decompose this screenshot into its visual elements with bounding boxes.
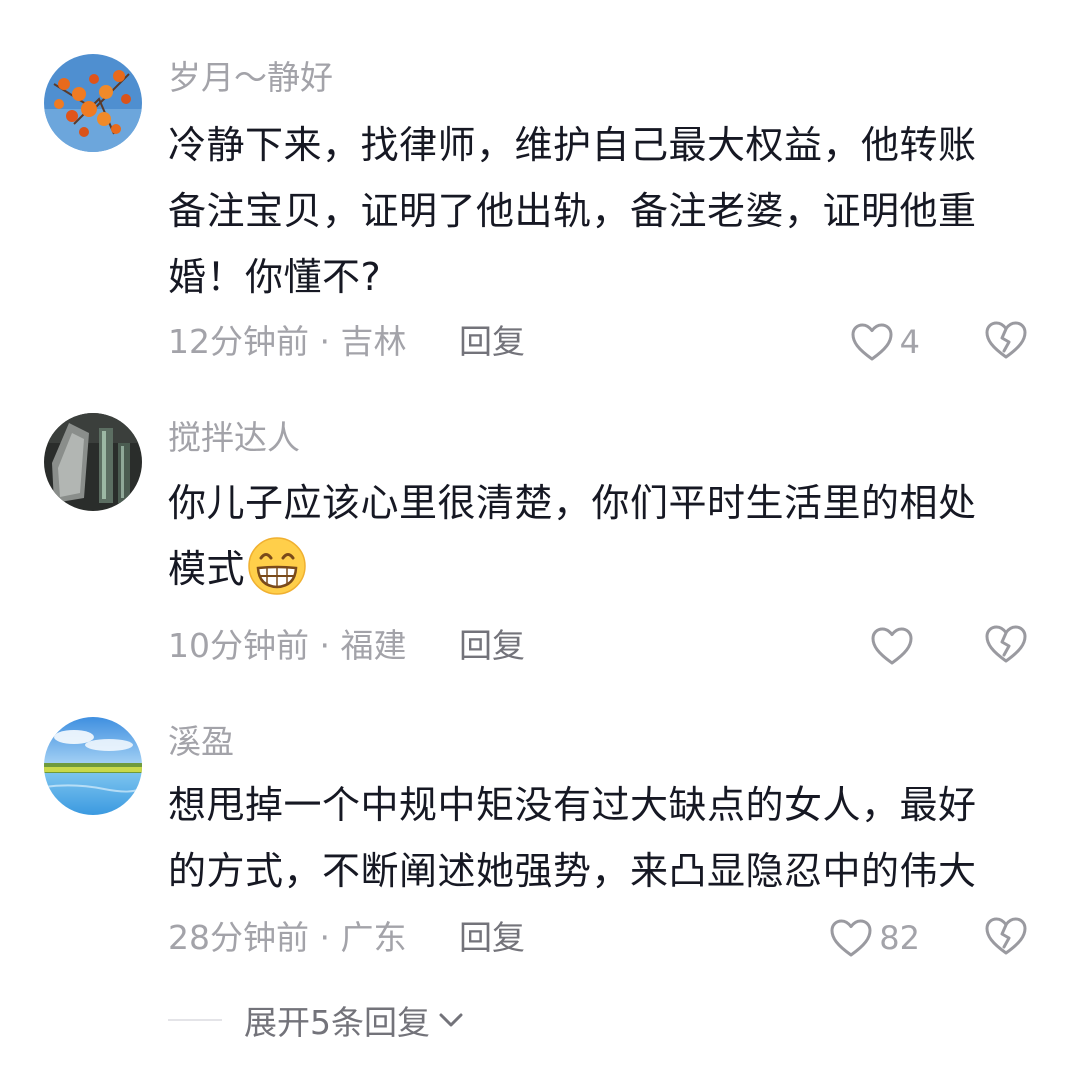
timestamp: 28分钟前 <box>168 918 309 957</box>
grinning-face-emoji-icon <box>248 537 306 595</box>
separator: · <box>319 626 331 665</box>
like-button[interactable] <box>870 624 920 668</box>
avatar[interactable] <box>44 54 142 152</box>
expand-replies-label: 展开5条回复 <box>244 1003 430 1042</box>
divider-line <box>168 1019 222 1021</box>
separator: · <box>319 918 331 957</box>
comment-meta: 12分钟前 · 吉林 回复 <box>168 322 525 362</box>
comment-text-line: 模式 <box>168 536 1034 602</box>
comment-text-line: 备注宝贝，证明了他出轨，备注老婆，证明他重 <box>168 189 977 233</box>
timestamp: 12分钟前 <box>168 322 309 361</box>
comment-meta: 10分钟前 · 福建 回复 <box>168 626 525 666</box>
reply-button[interactable]: 回复 <box>459 918 525 957</box>
reply-button[interactable]: 回复 <box>459 626 525 665</box>
location: 福建 <box>340 626 407 665</box>
location: 广东 <box>340 918 407 957</box>
comment-text-line: 的方式，不断阐述她强势，来凸显隐忍中的伟大 <box>168 849 977 893</box>
orange-persimmon-tree-avatar-icon <box>44 54 142 152</box>
dislike-button[interactable] <box>984 916 1028 960</box>
username[interactable]: 搅拌达人 <box>168 418 300 458</box>
comment-text: 你儿子应该心里很清楚，你们平时生活里的相处 模式 <box>168 470 1034 602</box>
like-button[interactable]: 82 <box>829 916 920 960</box>
comment-text: 想甩掉一个中规中矩没有过大缺点的女人，最好 的方式，不断阐述她强势，来凸显隐忍中… <box>168 772 1034 904</box>
avatar[interactable] <box>44 717 142 815</box>
avatar[interactable] <box>44 413 142 511</box>
comment-text: 冷静下来，找律师，维护自己最大权益，他转账 备注宝贝，证明了他出轨，备注老婆，证… <box>168 112 1034 310</box>
like-count: 82 <box>879 919 920 957</box>
heart-outline-icon <box>851 323 893 361</box>
broken-heart-icon <box>985 321 1027 359</box>
chevron-down-icon <box>439 1013 463 1027</box>
comment-text-segment: 模式 <box>168 547 246 591</box>
dislike-button[interactable] <box>984 624 1028 668</box>
broken-heart-icon <box>985 625 1027 663</box>
blue-sky-lake-avatar-icon <box>44 717 142 815</box>
comment-text-line: 想甩掉一个中规中矩没有过大缺点的女人，最好 <box>168 783 977 827</box>
comment-meta: 28分钟前 · 广东 回复 <box>168 918 525 958</box>
heart-outline-icon <box>871 627 913 665</box>
comment-text-line: 冷静下来，找律师，维护自己最大权益，他转账 <box>168 123 977 167</box>
comment-text-line: 你儿子应该心里很清楚，你们平时生活里的相处 <box>168 481 977 525</box>
dislike-button[interactable] <box>984 320 1028 364</box>
heart-outline-icon <box>830 919 872 957</box>
comment-text-line: 婚！你懂不? <box>168 255 382 299</box>
expand-replies-button[interactable]: 展开5条回复 <box>168 1000 466 1042</box>
username[interactable]: 岁月～静好 <box>168 58 333 98</box>
reply-button[interactable]: 回复 <box>459 322 525 361</box>
like-button[interactable]: 4 <box>850 320 920 364</box>
username[interactable]: 溪盈 <box>168 722 234 762</box>
timestamp: 10分钟前 <box>168 626 309 665</box>
broken-heart-icon <box>985 917 1027 955</box>
location: 吉林 <box>340 322 407 361</box>
separator: · <box>319 322 331 361</box>
dark-glass-objects-avatar-icon <box>44 413 142 511</box>
like-count: 4 <box>899 323 920 361</box>
